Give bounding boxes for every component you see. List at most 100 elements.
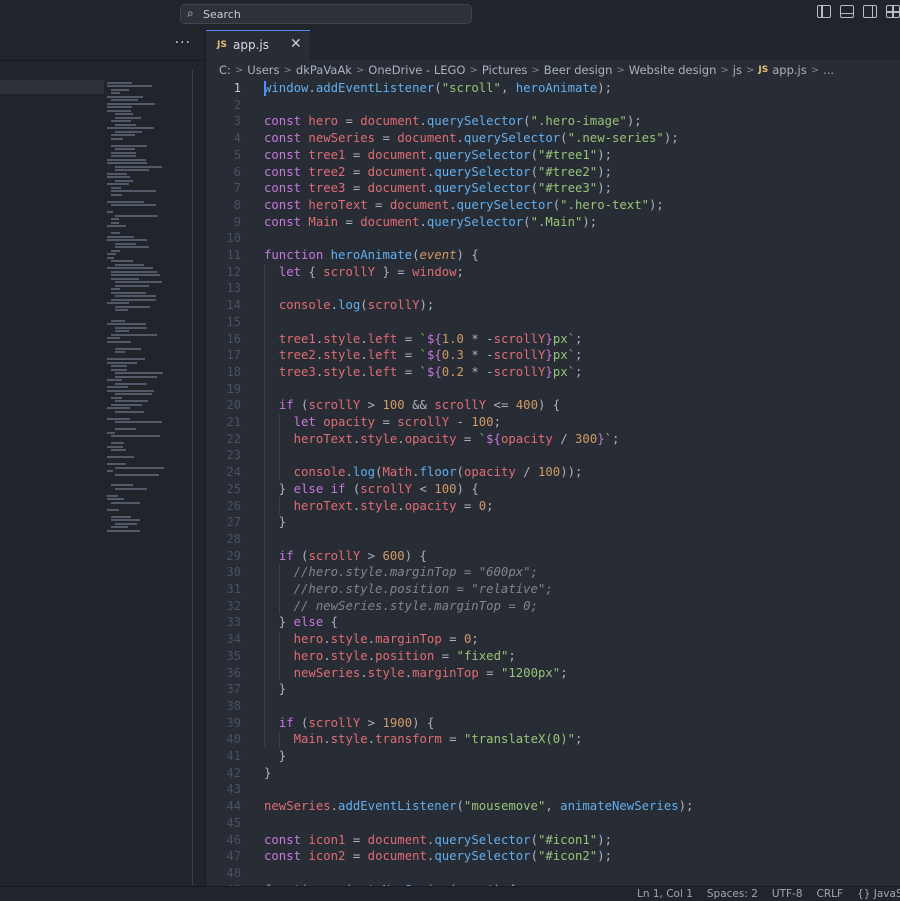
end-of-line[interactable]: CRLF [817, 888, 844, 900]
code-line[interactable]: 45 [206, 815, 900, 832]
code-line[interactable]: 15 [206, 314, 900, 331]
line-code: if (scrollY > 600) { [278, 548, 427, 563]
code-line[interactable]: 36 newSeries.style.marginTop = "1200px"; [206, 665, 900, 682]
code-line[interactable]: 31 //hero.style.position = "relative"; [206, 581, 900, 598]
line-code: const tree2 = document.querySelector("#t… [264, 164, 613, 179]
code-line[interactable]: 18 tree3.style.left = `${0.2 * -scrollY}… [206, 364, 900, 381]
line-number: 13 [226, 281, 241, 296]
code-line[interactable]: 4 const newSeries = document.querySelecto… [206, 130, 900, 147]
code-line[interactable]: 13 [206, 280, 900, 297]
code-line[interactable]: 22 heroText.style.opacity = `${opacity /… [206, 431, 900, 448]
toggle-secondary-sidebar-icon[interactable] [863, 5, 877, 18]
more-actions-icon[interactable]: ··· [175, 35, 191, 51]
breadcrumb-item[interactable]: Pictures [482, 63, 528, 77]
close-icon[interactable]: ✕ [290, 36, 302, 52]
code-line[interactable]: 5 const tree1 = document.querySelector("#… [206, 147, 900, 164]
code-line[interactable]: 39 if (scrollY > 1900) { [206, 715, 900, 732]
text-cursor [264, 81, 266, 96]
line-code: hero.style.position = "fixed"; [293, 648, 516, 663]
breadcrumb-item[interactable]: Users [247, 63, 279, 77]
breadcrumb-item[interactable]: C: [219, 63, 231, 77]
code-line[interactable]: 43 [206, 781, 900, 798]
overview-line [107, 239, 147, 241]
breadcrumb-item[interactable]: OneDrive - LEGO [368, 63, 465, 77]
breadcrumb-item[interactable]: js [733, 63, 742, 77]
code-line[interactable]: 34 hero.style.marginTop = 0; [206, 631, 900, 648]
code-line[interactable]: 8 const heroText = document.querySelector… [206, 197, 900, 214]
code-line[interactable]: 37 } [206, 681, 900, 698]
code-line[interactable]: 16 tree1.style.left = `${1.0 * -scrollY}… [206, 331, 900, 348]
indentation[interactable]: Spaces: 2 [707, 888, 758, 900]
code-line[interactable]: 41 } [206, 748, 900, 765]
overview-line [111, 190, 156, 192]
code-line[interactable]: 40 Main.style.transform = "translateX(0)… [206, 731, 900, 748]
line-number: 3 [233, 114, 241, 129]
overview-line [107, 379, 122, 381]
code-line[interactable]: 26 heroText.style.opacity = 0; [206, 498, 900, 515]
code-line[interactable]: 25 } else if (scrollY < 100) { [206, 481, 900, 498]
code-line[interactable]: 3 const hero = document.querySelector(".h… [206, 113, 900, 130]
toggle-panel-icon[interactable] [840, 5, 854, 18]
code-line[interactable]: 11 function heroAnimate(event) { [206, 247, 900, 264]
breadcrumb-item[interactable]: dkPaVaAk [296, 63, 352, 77]
line-code: newSeries.style.marginTop = "1200px"; [293, 665, 568, 680]
code-line[interactable]: 19 [206, 381, 900, 398]
code-line[interactable]: 38 [206, 698, 900, 715]
status-bar: Ln 1, Col 1 Spaces: 2 UTF-8 CRLF {} Java… [0, 886, 900, 901]
line-number: 18 [226, 364, 241, 379]
tab-app-js[interactable]: JS app.js ✕ [206, 30, 310, 60]
line-number: 36 [226, 665, 241, 680]
code-line[interactable]: 14 console.log(scrollY); [206, 297, 900, 314]
breadcrumb-item[interactable]: app.js [772, 63, 807, 77]
code-line[interactable]: 12 let { scrollY } = window; [206, 264, 900, 281]
encoding[interactable]: UTF-8 [772, 888, 803, 900]
code-line[interactable]: 23 [206, 447, 900, 464]
code-line[interactable]: 48 [206, 865, 900, 882]
line-number: 4 [233, 131, 241, 146]
code-line[interactable]: 7 const tree3 = document.querySelector("#… [206, 180, 900, 197]
code-line[interactable]: 42} [206, 765, 900, 782]
overview-line [115, 382, 147, 385]
code-line[interactable]: 30 //hero.style.marginTop = "600px"; [206, 564, 900, 581]
breadcrumb-item[interactable]: Beer design [544, 63, 613, 77]
javascript-file-icon: JS [758, 65, 769, 75]
overview-line [111, 403, 142, 406]
code-line[interactable]: 24 console.log(Math.floor(opacity / 100)… [206, 464, 900, 481]
selected-item-highlight[interactable] [0, 80, 104, 94]
code-line[interactable]: 47 const icon2 = document.querySelector("… [206, 848, 900, 865]
breadcrumb-separator: > [283, 64, 292, 76]
cursor-position[interactable]: Ln 1, Col 1 [637, 888, 693, 900]
code-line[interactable]: 6 const tree2 = document.querySelector("#… [206, 164, 900, 181]
command-center-search[interactable]: ⌕ Search [180, 4, 472, 24]
breadcrumb-item[interactable]: ... [823, 63, 834, 77]
language-mode[interactable]: {} JavaScript [857, 888, 900, 900]
code-line[interactable]: 27 } [206, 514, 900, 531]
code-line[interactable]: 17 tree2.style.left = `${0.3 * -scrollY}… [206, 347, 900, 364]
toggle-primary-sidebar-icon[interactable] [817, 5, 831, 18]
code-line[interactable]: 35 hero.style.position = "fixed"; [206, 648, 900, 665]
code-overview-map[interactable] [107, 78, 193, 548]
code-line[interactable]: 29 if (scrollY > 600) { [206, 548, 900, 565]
code-line[interactable]: 21 let opacity = scrollY - 100; [206, 414, 900, 431]
overview-line [115, 522, 137, 525]
line-number: 43 [226, 782, 241, 797]
code-line[interactable]: 46 const icon1 = document.querySelector("… [206, 832, 900, 849]
customize-layout-icon[interactable] [886, 5, 900, 18]
line-number: 7 [233, 181, 241, 196]
code-editor[interactable]: 1 window.addEventListener("scroll", heroA… [206, 80, 900, 886]
code-line[interactable]: 44 newSeries.addEventListener("mousemove"… [206, 798, 900, 815]
breadcrumb-item[interactable]: Website design [629, 63, 717, 77]
side-panel-scrollbar[interactable] [192, 70, 193, 886]
code-line[interactable]: 9 const Main = document.querySelector(".M… [206, 214, 900, 231]
code-line[interactable]: 33 } else { [206, 614, 900, 631]
code-line[interactable]: 28 [206, 531, 900, 548]
line-number: 22 [226, 431, 241, 446]
overview-line [107, 200, 144, 203]
line-code: const hero = document.querySelector(".he… [264, 114, 642, 129]
code-line[interactable]: 1 window.addEventListener("scroll", heroA… [206, 80, 900, 97]
code-line[interactable]: 2 [206, 97, 900, 114]
code-line[interactable]: 32 // newSeries.style.marginTop = 0; [206, 598, 900, 615]
code-line[interactable]: 20 if (scrollY > 100 && scrollY <= 400) … [206, 397, 900, 414]
overview-line [111, 442, 124, 444]
code-line[interactable]: 10 [206, 230, 900, 247]
